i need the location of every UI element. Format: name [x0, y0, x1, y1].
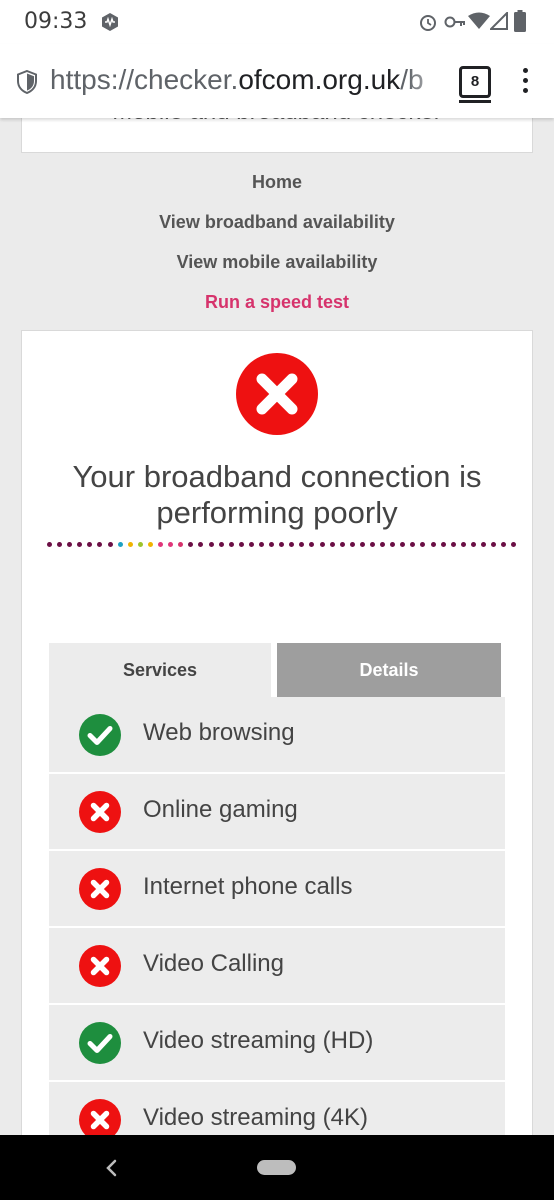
divider-dot — [329, 541, 335, 547]
divider-dot — [168, 541, 174, 547]
divider-dot — [511, 541, 517, 547]
divider-dot — [380, 541, 386, 547]
result-tabs: Services Details — [49, 643, 501, 697]
url-fade — [408, 62, 450, 102]
nav-broadband-link[interactable]: View broadband availability — [0, 208, 554, 248]
app-notification-icon — [102, 13, 118, 31]
service-label: Internet phone calls — [143, 873, 353, 900]
divider-dot — [430, 541, 436, 547]
service-row: Internet phone calls — [49, 851, 505, 928]
divider-dot — [97, 541, 103, 547]
divider-dot — [481, 541, 487, 547]
divider-dot — [178, 541, 184, 547]
service-row: Online gaming — [49, 774, 505, 851]
divider-dot — [238, 541, 244, 547]
battery-icon — [514, 10, 526, 32]
url-domain: ofcom.org.uk — [238, 64, 401, 95]
red-cross-icon — [79, 791, 121, 833]
nav-mobile-link[interactable]: View mobile availability — [0, 248, 554, 288]
tab-switcher-button[interactable]: 8 — [459, 66, 491, 103]
url-prefix: https://checker. — [50, 64, 239, 95]
red-cross-icon — [79, 868, 121, 910]
red-cross-icon — [236, 353, 318, 435]
divider-dot — [491, 541, 497, 547]
menu-dot-icon — [522, 68, 528, 73]
divider-dot — [208, 541, 214, 547]
divider-dot — [289, 541, 295, 547]
divider-dot — [47, 541, 52, 547]
divider-dot — [501, 541, 507, 547]
divider-dot — [137, 541, 143, 547]
divider-dot — [188, 541, 194, 547]
divider-dot — [390, 541, 396, 547]
divider-dot — [87, 541, 93, 547]
menu-dot-icon — [522, 88, 528, 93]
divider-dot — [370, 541, 375, 547]
divider-dot — [107, 541, 113, 547]
service-label: Video streaming (HD) — [143, 1027, 374, 1054]
back-icon[interactable] — [104, 1157, 118, 1179]
status-time: 09:33 — [24, 9, 88, 34]
service-list: Web browsing Online gaming Internet phone … — [49, 697, 505, 1159]
divider-dot — [248, 541, 254, 547]
divider-dot — [470, 541, 476, 547]
result-headline: Your broadband connection is performing … — [72, 459, 482, 530]
divider-dot — [309, 541, 315, 547]
divider-dot — [269, 541, 275, 547]
wifi-icon — [468, 12, 490, 29]
vpn-key-icon — [444, 16, 465, 28]
divider-dot — [460, 541, 466, 547]
divider-dot — [147, 541, 153, 547]
service-row: Video Calling — [49, 928, 505, 1005]
divider-dot — [410, 541, 416, 547]
home-button[interactable] — [257, 1160, 296, 1175]
signal-icon — [490, 12, 508, 30]
service-label: Web browsing — [143, 719, 295, 746]
nav-home-link[interactable]: Home — [0, 168, 554, 208]
divider-dot — [440, 541, 446, 547]
divider-dot — [127, 541, 133, 547]
nav-speed-test-link[interactable]: Run a speed test — [0, 288, 554, 328]
menu-dot-icon — [522, 78, 528, 83]
divider-dot — [57, 541, 63, 547]
system-nav-bar — [0, 1135, 554, 1200]
tab-services[interactable]: Services — [49, 643, 271, 697]
red-cross-icon — [79, 945, 121, 987]
divider-dot — [67, 541, 73, 547]
divider-dot — [339, 541, 345, 547]
alarm-icon — [420, 15, 436, 31]
divider-dot — [349, 541, 355, 547]
divider-dot — [77, 541, 83, 547]
divider-dot — [158, 541, 164, 547]
divider-dot — [299, 541, 305, 547]
service-row: Video streaming (HD) — [49, 1005, 505, 1082]
divider-dot — [279, 541, 285, 547]
service-label: Video Calling — [143, 950, 284, 977]
tab-details[interactable]: Details — [277, 643, 501, 697]
site-info-shield-icon[interactable] — [16, 70, 38, 94]
divider-dot — [117, 541, 123, 547]
divider-dot — [198, 541, 204, 547]
green-check-icon — [79, 1022, 121, 1064]
browser-menu-button[interactable] — [518, 68, 532, 98]
service-label: Online gaming — [143, 796, 298, 823]
green-check-icon — [79, 714, 121, 756]
divider-dot — [450, 541, 456, 547]
divider-dot — [258, 541, 264, 547]
divider-dot — [319, 541, 325, 547]
browser-toolbar: https://checker.ofcom.org.uk/b 8 — [0, 44, 554, 118]
divider-dot — [400, 541, 406, 547]
service-row: Web browsing — [49, 697, 505, 774]
divider-dot — [359, 541, 365, 547]
url-field[interactable]: https://checker.ofcom.org.uk/b — [50, 64, 448, 98]
result-card: Your broadband connection is performing … — [21, 330, 533, 1159]
divider-dot — [420, 541, 426, 547]
divider-dot — [228, 541, 234, 547]
status-bar: 09:33 — [0, 0, 554, 44]
progress-dots — [47, 539, 517, 549]
divider-dot — [218, 541, 224, 547]
site-nav: Home View broadband availability View mo… — [0, 168, 554, 328]
